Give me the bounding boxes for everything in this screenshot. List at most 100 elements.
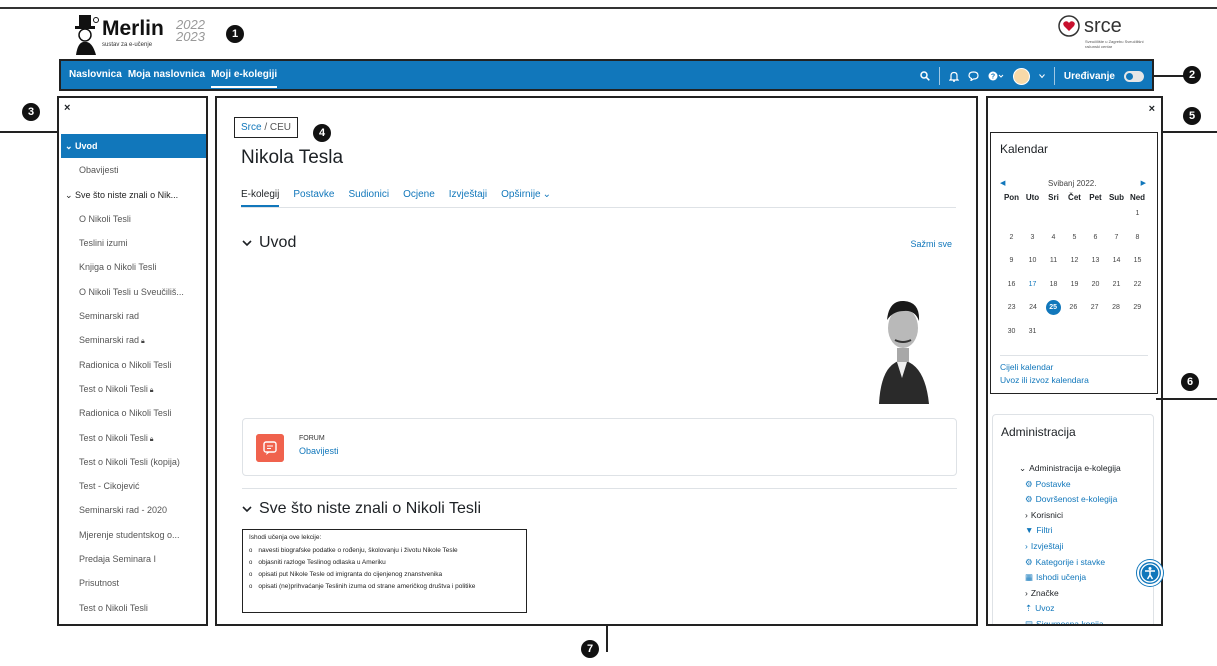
tab-3[interactable]: Ocjene [403, 182, 435, 207]
chat-icon[interactable] [968, 71, 979, 81]
admin-tree-item[interactable]: ⚙ Postavke [1019, 477, 1121, 493]
calendar-day[interactable]: 7 [1106, 234, 1127, 241]
calendar-day[interactable]: 5 [1064, 234, 1085, 241]
calendar-day[interactable]: 18 [1043, 281, 1064, 288]
edit-mode-toggle[interactable] [1124, 70, 1144, 82]
course-index-item[interactable]: Seminarski rad - 2020 [61, 498, 206, 522]
calendar-day[interactable]: 14 [1106, 257, 1127, 264]
close-drawer-button[interactable]: × [64, 102, 70, 114]
calendar-day[interactable]: 13 [1085, 257, 1106, 264]
admin-tree-item[interactable]: ⚙ Dovršenost e-kolegija [1019, 492, 1121, 508]
course-index-item[interactable]: Radionica o Nikoli Tesli [61, 401, 206, 425]
admin-tree-item[interactable]: ▤ Sigurnosna kopija [1019, 617, 1121, 624]
tab-0[interactable]: E-kolegij [241, 182, 280, 207]
breadcrumb-link-srce[interactable]: Srce [241, 122, 262, 133]
course-index-item[interactable]: Seminarski rad 🔒︎ [61, 328, 206, 352]
calendar-day[interactable]: 6 [1085, 234, 1106, 241]
admin-tree-item[interactable]: ⚙ Kategorije i stavke [1019, 555, 1121, 571]
calendar-day[interactable]: 11 [1043, 257, 1064, 264]
admin-tree-item[interactable]: ▼ Filtri [1019, 523, 1121, 539]
chevron-down-icon[interactable]: ⌄ [65, 190, 75, 200]
chevron-down-icon[interactable] [241, 238, 253, 248]
course-index-item[interactable]: O Nikoli Tesli u Sveučiliš... [61, 280, 206, 304]
course-index-item[interactable]: Prisutnost [61, 571, 206, 595]
nav-link-dashboard[interactable]: Moja naslovnica [128, 69, 205, 88]
section-tesla-header[interactable]: Sve što niste znali o Nikoli Tesli [241, 500, 481, 518]
admin-tree-item[interactable]: ⌄ Administracija e-kolegija [1019, 461, 1121, 477]
help-icon[interactable]: ? [988, 71, 1004, 81]
calendar-day[interactable]: 23 [1001, 304, 1022, 311]
course-index-label: Mjerenje studentskog o... [79, 529, 180, 540]
admin-tree-item[interactable]: ⇡ Uvoz [1019, 601, 1121, 617]
nav-link-home[interactable]: Naslovnica [69, 69, 122, 88]
course-index-label: Knjiga o Nikoli Tesli [79, 262, 157, 273]
calendar-day[interactable]: 25 [1045, 300, 1061, 316]
calendar-day[interactable]: 29 [1127, 304, 1148, 311]
course-index-item[interactable]: Test o Nikoli Tesli 🔒︎ [61, 377, 206, 401]
course-index-item[interactable]: Predaja Seminara I [61, 547, 206, 571]
calendar-day[interactable]: 2 [1001, 234, 1022, 241]
forum-activity-card[interactable]: FORUM Obavijesti [242, 418, 957, 476]
calendar-day[interactable]: 12 [1064, 257, 1085, 264]
user-avatar-icon[interactable] [1012, 67, 1030, 85]
admin-tree-item[interactable]: › Značke [1019, 586, 1121, 602]
calendar-day[interactable]: 20 [1085, 281, 1106, 288]
calendar-day[interactable]: 1 [1127, 210, 1148, 217]
chevron-down-icon[interactable]: ⌄ [543, 182, 551, 207]
close-block-drawer-button[interactable]: × [1149, 103, 1155, 115]
calendar-day[interactable]: 9 [1001, 257, 1022, 264]
course-index-item[interactable]: Seminarski rad [61, 304, 206, 328]
calendar-day[interactable]: 22 [1127, 281, 1148, 288]
calendar-day[interactable]: 28 [1105, 304, 1126, 311]
course-index-item[interactable]: Radionica o Nikoli Tesli [61, 353, 206, 377]
admin-tree-item[interactable]: › Izvještaji [1019, 539, 1121, 555]
course-index-item[interactable]: Teslini izumi [61, 231, 206, 255]
calendar-day[interactable]: 4 [1043, 234, 1064, 241]
course-index-item[interactable]: Test - Cikojević [61, 474, 206, 498]
calendar-day[interactable]: 31 [1022, 328, 1043, 335]
chevron-down-icon[interactable]: ⌄ [65, 141, 75, 151]
calendar-day[interactable]: 3 [1022, 234, 1043, 241]
calendar-day[interactable]: 27 [1084, 304, 1105, 311]
tab-2[interactable]: Sudionici [349, 182, 390, 207]
full-calendar-link[interactable]: Cijeli kalendar [1000, 361, 1089, 374]
course-index-item[interactable]: Mjerenje studentskog o... [61, 523, 206, 547]
search-icon[interactable] [920, 71, 930, 81]
nav-link-my-courses[interactable]: Moji e-kolegiji [211, 69, 278, 88]
bell-icon[interactable] [948, 71, 959, 82]
tab-4[interactable]: Izvještaji [449, 182, 487, 207]
forum-activity-link[interactable]: Obavijesti [299, 446, 339, 456]
tab-5[interactable]: Opširnije [501, 182, 540, 207]
calendar-day[interactable]: 19 [1064, 281, 1085, 288]
calendar-day[interactable]: 8 [1127, 234, 1148, 241]
calendar-day[interactable]: 17 [1022, 281, 1043, 288]
collapse-all-link[interactable]: Sažmi sve [910, 239, 952, 249]
prev-month-icon[interactable]: ◀ [1000, 179, 1005, 187]
next-month-icon[interactable]: ▶ [1141, 179, 1146, 187]
tab-1[interactable]: Postavke [293, 182, 334, 207]
admin-tree-item[interactable]: ▦ Ishodi učenja [1019, 570, 1121, 586]
accessibility-button[interactable] [1137, 560, 1163, 586]
calendar-day[interactable]: 30 [1001, 328, 1022, 335]
course-index-section[interactable]: ⌄ Uvod [61, 134, 206, 159]
merlin-logo[interactable]: Merlin sustav za e-učenje 2022 2023 [72, 15, 212, 57]
srce-logo[interactable]: srce Sveučilište u Zagrebu Sveučilišni r… [1058, 15, 1148, 53]
calendar-day[interactable]: 16 [1001, 281, 1022, 288]
course-index-item[interactable]: O Nikoli Tesli [61, 207, 206, 231]
course-index-item[interactable]: Knjiga o Nikoli Tesli [61, 255, 206, 279]
import-export-calendar-link[interactable]: Uvoz ili izvoz kalendara [1000, 374, 1089, 387]
course-index-item[interactable]: Obavijesti [61, 158, 206, 182]
calendar-day[interactable]: 21 [1106, 281, 1127, 288]
course-index-item[interactable]: Test o Nikoli Tesli (kopija) [61, 450, 206, 474]
chevron-down-icon[interactable] [241, 504, 253, 514]
course-index-section[interactable]: ⌄ Sve što niste znali o Nik... [61, 183, 206, 207]
calendar-day[interactable]: 24 [1022, 304, 1043, 311]
admin-tree-item[interactable]: › Korisnici [1019, 508, 1121, 524]
calendar-day[interactable]: 10 [1022, 257, 1043, 264]
section-uvod-header[interactable]: Uvod [241, 234, 296, 252]
course-index-item[interactable]: Test o Nikoli Tesli 🔒︎ [61, 426, 206, 450]
calendar-day[interactable]: 26 [1063, 304, 1084, 311]
chevron-down-icon[interactable] [1038, 73, 1045, 79]
calendar-day[interactable]: 15 [1127, 257, 1148, 264]
course-index-item[interactable]: Test o Nikoli Tesli [61, 596, 206, 620]
